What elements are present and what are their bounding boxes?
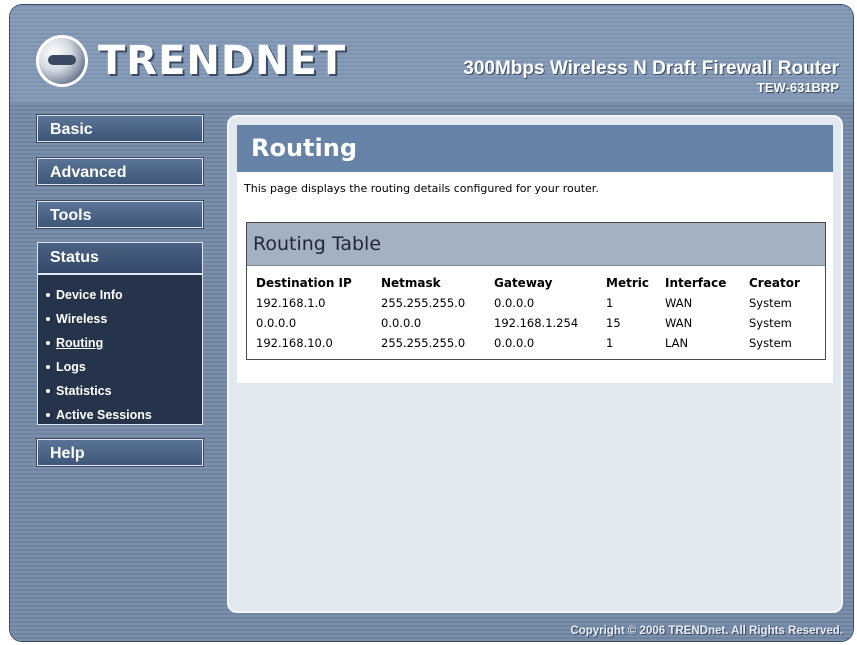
table-cell: 0.0.0.0 [256, 316, 297, 330]
table-cell: 192.168.1.0 [256, 296, 326, 310]
status-item-routing[interactable]: Routing [46, 331, 202, 355]
content-panel: Routing This page displays the routing d… [227, 115, 843, 613]
nav-help-button[interactable]: Help [37, 439, 203, 466]
table-cell: WAN [665, 316, 693, 330]
column-header: Interface [665, 276, 727, 290]
nav-advanced-button[interactable]: Advanced [37, 158, 203, 185]
bullet-icon [46, 316, 50, 321]
bullet-icon [46, 340, 50, 345]
logo-globe-icon [36, 35, 88, 87]
status-item-active-sessions[interactable]: Active Sessions [46, 403, 202, 427]
table-cell: LAN [665, 336, 689, 350]
table-cell: System [749, 336, 792, 350]
column-header: Netmask [381, 276, 441, 290]
bullet-icon [46, 292, 50, 297]
table-cell: 0.0.0.0 [494, 296, 535, 310]
status-item-logs[interactable]: Logs [46, 355, 202, 379]
table-row: 192.168.10.0 255.255.255.0 0.0.0.0 1 LAN… [256, 333, 819, 353]
table-cell: 1 [606, 296, 614, 310]
status-item-statistics[interactable]: Statistics [46, 379, 202, 403]
content-body: Routing This page displays the routing d… [237, 125, 833, 383]
table-cell: 1 [606, 336, 614, 350]
product-title: 300Mbps Wireless N Draft Firewall Router [463, 58, 839, 79]
nav-basic-button[interactable]: Basic [37, 115, 203, 142]
nav-tools-button[interactable]: Tools [37, 201, 203, 228]
table-cell: 192.168.10.0 [256, 336, 333, 350]
product-model: TEW-631BRP [756, 80, 839, 95]
nav-status-button[interactable]: Status [38, 243, 202, 275]
table-cell: System [749, 316, 792, 330]
table-row: 0.0.0.0 0.0.0.0 192.168.1.254 15 WAN Sys… [256, 313, 819, 333]
table-header-row: Destination IP Netmask Gateway Metric In… [256, 273, 819, 293]
bullet-icon [46, 388, 50, 393]
bullet-icon [46, 364, 50, 369]
column-header: Creator [749, 276, 800, 290]
table-row: 192.168.1.0 255.255.255.0 0.0.0.0 1 WAN … [256, 293, 819, 313]
routing-table: Destination IP Netmask Gateway Metric In… [256, 273, 819, 353]
column-header: Gateway [494, 276, 553, 290]
table-cell: System [749, 296, 792, 310]
table-cell: WAN [665, 296, 693, 310]
logo-text: TRENDNET [98, 38, 347, 84]
app-frame: TRENDNET 300Mbps Wireless N Draft Firewa… [10, 5, 853, 641]
routing-table-box: Routing Table Destination IP Netmask Gat… [246, 222, 826, 360]
table-cell: 15 [606, 316, 621, 330]
copyright-footer: Copyright © 2006 TRENDnet. All Rights Re… [570, 625, 843, 637]
status-item-wireless[interactable]: Wireless [46, 307, 202, 331]
status-item-device-info[interactable]: Device Info [46, 283, 202, 307]
page-title: Routing [251, 134, 358, 162]
table-cell: 255.255.255.0 [381, 296, 466, 310]
bullet-icon [46, 412, 50, 417]
status-menu: Status Device Info Wireless Routing Logs… [37, 242, 203, 425]
page-description: This page displays the routing details c… [244, 182, 599, 195]
routing-table-title: Routing Table [247, 223, 825, 266]
table-cell: 255.255.255.0 [381, 336, 466, 350]
column-header: Metric [606, 276, 649, 290]
column-header: Destination IP [256, 276, 352, 290]
page-title-bar: Routing [237, 125, 833, 172]
table-cell: 0.0.0.0 [494, 336, 535, 350]
table-cell: 192.168.1.254 [494, 316, 579, 330]
status-submenu: Device Info Wireless Routing Logs Statis… [38, 275, 202, 427]
header: TRENDNET 300Mbps Wireless N Draft Firewa… [10, 5, 853, 103]
trendnet-logo: TRENDNET [36, 33, 346, 89]
table-cell: 0.0.0.0 [381, 316, 422, 330]
